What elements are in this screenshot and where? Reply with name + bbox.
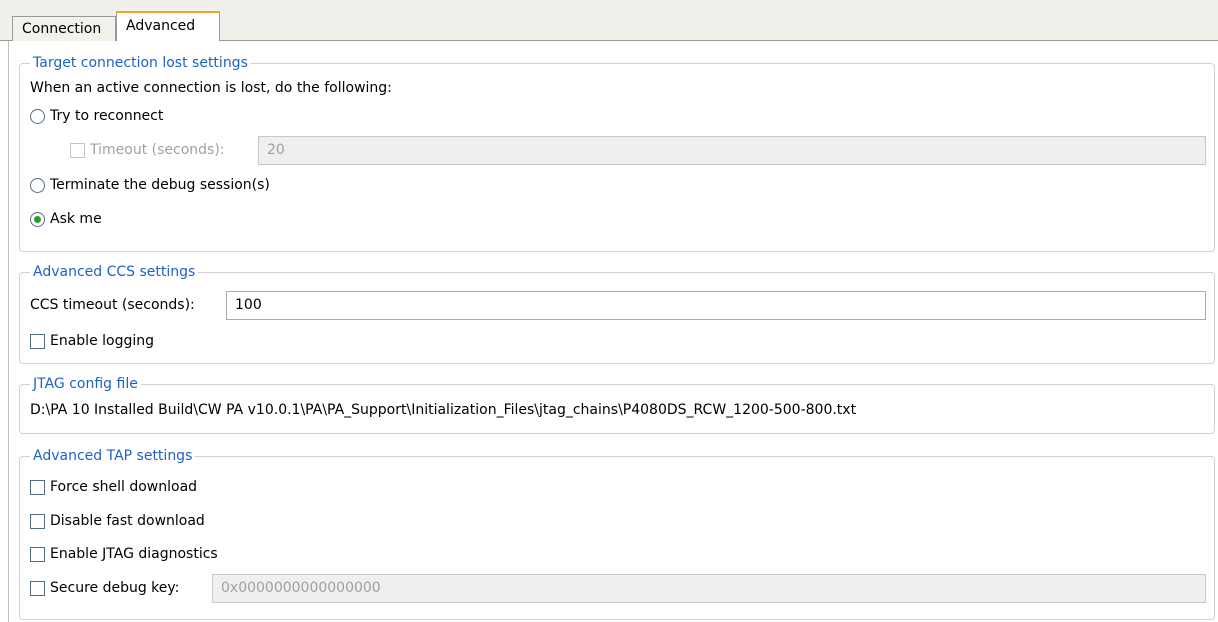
jtag-diagnostics-label: Enable JTAG diagnostics xyxy=(50,546,218,562)
ccs-timeout-label: CCS timeout (seconds): xyxy=(30,297,195,313)
timeout-label: Timeout (seconds): xyxy=(90,142,225,158)
advanced-panel: Target connection lost settings When an … xyxy=(8,41,1218,622)
jtag-diagnostics-option[interactable]: Enable JTAG diagnostics xyxy=(30,542,218,566)
try-reconnect-radio[interactable] xyxy=(30,108,45,124)
ask-me-radio[interactable] xyxy=(30,211,45,227)
jtag-config-path: D:\PA 10 Installed Build\CW PA v10.0.1\P… xyxy=(30,402,857,418)
connection-lost-prompt: When an active connection is lost, do th… xyxy=(30,80,392,96)
tap-group: Advanced TAP settings Force shell downlo… xyxy=(19,447,1215,620)
connection-lost-prompt-row: When an active connection is lost, do th… xyxy=(30,76,392,100)
ask-me-label: Ask me xyxy=(50,211,102,227)
enable-logging-option[interactable]: Enable logging xyxy=(30,329,154,353)
timeout-option: Timeout (seconds): xyxy=(70,138,225,162)
terminate-label: Terminate the debug session(s) xyxy=(50,177,270,193)
tab-strip: Connection Advanced xyxy=(0,0,1218,41)
ccs-timeout-input[interactable]: 100 xyxy=(226,291,1206,320)
jtag-title: JTAG config file xyxy=(30,375,141,393)
enable-logging-checkbox[interactable] xyxy=(30,333,45,349)
force-shell-option[interactable]: Force shell download xyxy=(30,475,197,499)
tap-title: Advanced TAP settings xyxy=(30,447,196,465)
terminate-radio[interactable] xyxy=(30,177,45,193)
tab-connection[interactable]: Connection xyxy=(12,16,116,41)
ccs-timeout-row: CCS timeout (seconds): xyxy=(30,293,195,317)
connection-lost-title: Target connection lost settings xyxy=(30,54,251,72)
ask-me-option[interactable]: Ask me xyxy=(30,207,102,231)
jtag-path-row: D:\PA 10 Installed Build\CW PA v10.0.1\P… xyxy=(30,398,856,422)
secure-key-label: Secure debug key: xyxy=(50,580,180,596)
secure-key-option[interactable]: Secure debug key: xyxy=(30,576,179,600)
terminate-option[interactable]: Terminate the debug session(s) xyxy=(30,173,270,197)
ccs-title: Advanced CCS settings xyxy=(30,263,199,281)
ccs-group: Advanced CCS settings CCS timeout (secon… xyxy=(19,263,1215,364)
force-shell-label: Force shell download xyxy=(50,479,198,495)
disable-fast-label: Disable fast download xyxy=(50,513,205,529)
force-shell-checkbox[interactable] xyxy=(30,479,45,495)
disable-fast-option[interactable]: Disable fast download xyxy=(30,509,205,533)
secure-key-input[interactable]: 0x0000000000000000 xyxy=(212,574,1206,603)
jtag-diagnostics-checkbox[interactable] xyxy=(30,546,45,562)
timeout-checkbox[interactable] xyxy=(70,142,85,158)
try-reconnect-label: Try to reconnect xyxy=(50,108,164,124)
secure-key-checkbox[interactable] xyxy=(30,580,45,596)
try-reconnect-option[interactable]: Try to reconnect xyxy=(30,104,163,128)
enable-logging-label: Enable logging xyxy=(50,333,155,349)
tab-advanced[interactable]: Advanced xyxy=(116,11,220,41)
connection-lost-group: Target connection lost settings When an … xyxy=(19,54,1215,252)
timeout-input[interactable]: 20 xyxy=(258,136,1206,165)
disable-fast-checkbox[interactable] xyxy=(30,513,45,529)
jtag-group: JTAG config file D:\PA 10 Installed Buil… xyxy=(19,375,1215,434)
